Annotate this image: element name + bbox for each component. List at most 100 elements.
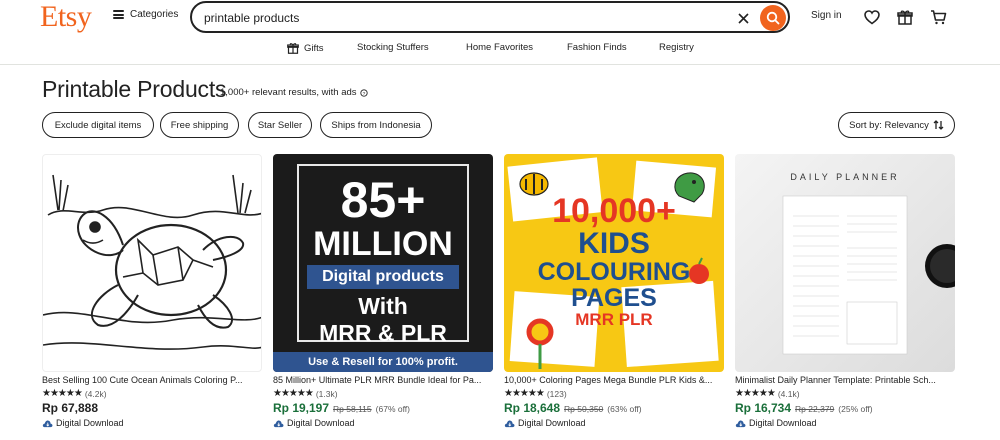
categories-label: Categories bbox=[130, 9, 179, 20]
sign-in-link[interactable]: Sign in bbox=[811, 10, 842, 21]
nav-home-favorites[interactable]: Home Favorites bbox=[466, 42, 533, 53]
cart-icon bbox=[930, 10, 946, 25]
image-text: MILLION bbox=[313, 225, 453, 263]
product-rating: ★★★★★ (4.1k) bbox=[735, 388, 800, 399]
price-row: Rp 16,734 Rp 22,379 (25% off) bbox=[735, 401, 873, 415]
image-text: PAGES bbox=[571, 284, 657, 312]
cart-button[interactable] bbox=[929, 8, 947, 26]
original-price: Rp 58,115 bbox=[333, 404, 372, 414]
discount-label: (63% off) bbox=[607, 404, 642, 414]
nav-label: Home Favorites bbox=[466, 42, 534, 53]
nav-registry[interactable]: Registry bbox=[659, 42, 694, 53]
sort-button[interactable]: Sort by: Relevancy bbox=[838, 112, 955, 138]
image-text: COLOURING bbox=[537, 258, 691, 286]
image-text: MRR & PLR bbox=[319, 320, 447, 346]
etsy-logo[interactable]: Etsy bbox=[40, 0, 92, 34]
search-icon bbox=[766, 11, 780, 25]
product-price: Rp 19,197 bbox=[273, 401, 330, 415]
product-price: Rp 67,888 bbox=[42, 401, 99, 415]
original-price: Rp 50,350 bbox=[564, 404, 604, 414]
nav-stocking-stuffers[interactable]: Stocking Stuffers bbox=[357, 42, 429, 53]
nav-gifts[interactable]: Gifts bbox=[287, 42, 324, 54]
product-title[interactable]: 10,000+ Coloring Pages Mega Bundle PLR K… bbox=[504, 375, 724, 385]
results-count: 1,000+ relevant results, with ads ? bbox=[220, 87, 368, 98]
digital-download-badge: Digital Download bbox=[42, 418, 124, 428]
star-rating-icon: ★★★★★ bbox=[42, 388, 83, 399]
product-rating: ★★★★★ (123) bbox=[504, 388, 567, 399]
close-icon bbox=[737, 12, 749, 24]
image-text: Digital products bbox=[307, 265, 459, 289]
digital-download-badge: Digital Download bbox=[504, 418, 586, 428]
price-row: Rp 67,888 bbox=[42, 401, 98, 415]
clear-search-button[interactable] bbox=[732, 7, 754, 29]
sort-arrows-icon bbox=[933, 120, 944, 130]
categories-button[interactable]: Categories bbox=[113, 9, 178, 20]
cloud-download-icon bbox=[735, 420, 746, 427]
image-text: 85+ bbox=[340, 172, 426, 228]
digital-download-badge: Digital Download bbox=[735, 418, 817, 428]
product-image[interactable]: 10,000+ KIDS COLOURING PAGES MRR PLR bbox=[504, 154, 724, 372]
header: Etsy Categories Sign in bbox=[0, 0, 1000, 36]
hamburger-icon bbox=[113, 10, 124, 19]
delivery-text: Digital Download bbox=[56, 418, 124, 428]
discount-label: (67% off) bbox=[375, 404, 410, 414]
search-bar bbox=[190, 1, 790, 33]
gift-icon bbox=[287, 43, 299, 54]
image-text: With bbox=[358, 293, 408, 319]
product-image[interactable]: DAILY PLANNER bbox=[735, 154, 955, 372]
review-count: (4.2k) bbox=[84, 388, 107, 399]
product-rating: ★★★★★ (4.2k) bbox=[42, 388, 107, 399]
header-divider bbox=[0, 64, 1000, 65]
delivery-text: Digital Download bbox=[287, 418, 355, 428]
info-icon[interactable]: ? bbox=[359, 88, 368, 97]
product-price: Rp 16,734 bbox=[735, 401, 792, 415]
heart-icon bbox=[864, 9, 880, 24]
image-text: 10,000+ bbox=[552, 192, 676, 230]
product-title[interactable]: Best Selling 100 Cute Ocean Animals Colo… bbox=[42, 375, 262, 385]
page-title: Printable Products bbox=[42, 76, 227, 102]
product-image[interactable] bbox=[42, 154, 262, 372]
star-rating-icon: ★★★★★ bbox=[504, 388, 545, 399]
image-text: Use & Resell for 100% profit. bbox=[273, 352, 493, 372]
product-card[interactable]: Best Selling 100 Cute Ocean Animals Colo… bbox=[42, 154, 262, 440]
filter-star-seller[interactable]: Star Seller bbox=[248, 112, 312, 138]
price-row: Rp 19,197 Rp 58,115 (67% off) bbox=[273, 401, 410, 415]
cloud-download-icon bbox=[42, 420, 53, 427]
delivery-text: Digital Download bbox=[518, 418, 586, 428]
star-rating-icon: ★★★★★ bbox=[735, 388, 776, 399]
review-count: (123) bbox=[546, 388, 567, 399]
filter-ships-from-indonesia[interactable]: Ships from Indonesia bbox=[320, 112, 432, 138]
filter-free-shipping[interactable]: Free shipping bbox=[160, 112, 239, 138]
product-price: Rp 18,648 bbox=[504, 401, 561, 415]
image-text: MRR PLR bbox=[575, 310, 653, 329]
product-rating: ★★★★★ (1.3k) bbox=[273, 388, 338, 399]
delivery-text: Digital Download bbox=[749, 418, 817, 428]
discount-label: (25% off) bbox=[838, 404, 873, 414]
product-card[interactable]: DAILY PLANNER Minimalist Daily Planner T… bbox=[735, 154, 955, 440]
product-card[interactable]: 85+ MILLION Digital products With MRR & … bbox=[273, 154, 493, 440]
image-text: KIDS bbox=[578, 227, 650, 260]
product-card[interactable]: 10,000+ KIDS COLOURING PAGES MRR PLR 10,… bbox=[504, 154, 724, 440]
filter-exclude-digital[interactable]: Exclude digital items bbox=[42, 112, 154, 138]
favorites-button[interactable] bbox=[863, 8, 881, 26]
product-image[interactable]: 85+ MILLION Digital products With MRR & … bbox=[273, 154, 493, 372]
search-button[interactable] bbox=[760, 5, 786, 31]
review-count: (4.1k) bbox=[777, 388, 800, 399]
planner-sheet-illustration bbox=[782, 195, 955, 355]
product-title[interactable]: 85 Million+ Ultimate PLR MRR Bundle Idea… bbox=[273, 375, 493, 385]
nav-label: Fashion Finds bbox=[567, 42, 627, 53]
product-title[interactable]: Minimalist Daily Planner Template: Print… bbox=[735, 375, 955, 385]
nav-fashion-finds[interactable]: Fashion Finds bbox=[567, 42, 627, 53]
nav-label: Registry bbox=[659, 42, 694, 53]
svg-text:?: ? bbox=[362, 90, 365, 96]
gift-mode-button[interactable] bbox=[896, 8, 914, 26]
nav-label: Stocking Stuffers bbox=[357, 42, 429, 53]
top-nav: Gifts Stocking Stuffers Home Favorites F… bbox=[0, 38, 1000, 62]
original-price: Rp 22,379 bbox=[795, 404, 835, 414]
star-rating-icon: ★★★★★ bbox=[273, 388, 314, 399]
search-input[interactable] bbox=[204, 9, 704, 27]
cloud-download-icon bbox=[504, 420, 515, 427]
turtle-illustration bbox=[43, 174, 261, 350]
results-text: 1,000+ relevant results, with ads bbox=[220, 87, 357, 98]
digital-download-badge: Digital Download bbox=[273, 418, 355, 428]
